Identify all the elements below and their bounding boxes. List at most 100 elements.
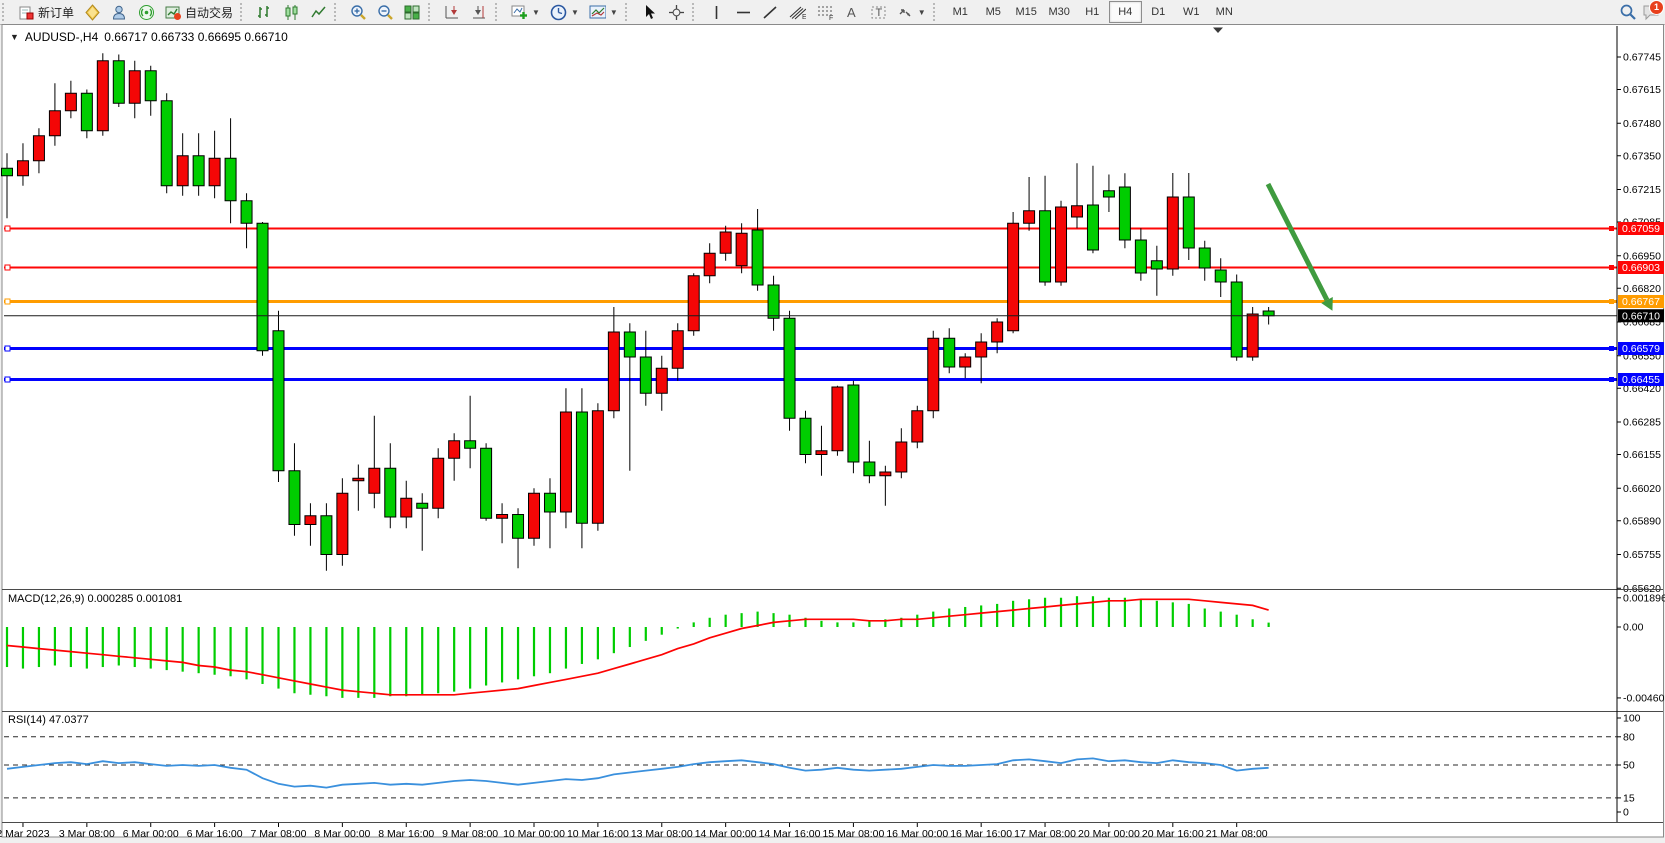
- candle-body: [353, 478, 364, 481]
- accounts-button[interactable]: [106, 0, 133, 24]
- date-tick-label: 14 Mar 00:00: [695, 828, 757, 840]
- ohlc-bars-icon: [256, 4, 273, 21]
- price-line-label: 0.66579: [1622, 343, 1660, 355]
- chart-header: ▼ AUDUSD-,H4 0.66717 0.66733 0.66695 0.6…: [10, 30, 288, 44]
- candle-body: [864, 462, 875, 476]
- horizontal-line-tool-button[interactable]: [730, 0, 757, 24]
- macd-indicator-label: MACD(12,26,9) 0.000285 0.001081: [8, 593, 182, 605]
- cursor-tool-button[interactable]: [636, 0, 663, 24]
- candle-body: [912, 411, 923, 442]
- line-chart-mode-button[interactable]: [305, 0, 332, 24]
- date-tick-label: 2 Mar 2023: [0, 828, 50, 840]
- vertical-line-tool-button[interactable]: [703, 0, 730, 24]
- candle-body: [672, 331, 683, 369]
- candle-body: [305, 516, 316, 525]
- rsi-axis-label: 15: [1623, 792, 1635, 804]
- new-chart-button[interactable]: ▼: [506, 0, 545, 24]
- date-tick-label: 3 Mar 08:00: [59, 828, 115, 840]
- text-label-tool-button[interactable]: T: [865, 0, 892, 24]
- trendline-tool-button[interactable]: [757, 0, 784, 24]
- candle-body: [513, 515, 524, 539]
- candle-body: [1263, 311, 1274, 316]
- text-icon: A: [843, 4, 860, 21]
- toolbar-grip[interactable]: [692, 3, 701, 21]
- search-icon[interactable]: [1619, 4, 1636, 21]
- candle-body: [385, 468, 396, 517]
- clock-icon: [550, 4, 567, 21]
- candle-body: [800, 418, 811, 454]
- candle-body: [928, 338, 939, 411]
- chart-shift-button[interactable]: [466, 0, 493, 24]
- candlestick-mode-button[interactable]: [278, 0, 305, 24]
- price-tick-label: 0.66820: [1623, 283, 1661, 295]
- collapse-triangle-icon[interactable]: ▼: [10, 32, 19, 42]
- timeframe-button-w1[interactable]: W1: [1175, 1, 1208, 23]
- arrows-tool-button[interactable]: ▼: [892, 0, 931, 24]
- dropdown-caret-icon: ▼: [918, 8, 926, 17]
- chart-canvas[interactable]: 0.677450.676150.674800.673500.672150.670…: [0, 24, 1665, 843]
- text-tool-button[interactable]: A: [838, 0, 865, 24]
- candle-body: [1247, 314, 1258, 357]
- price-tick-label: 0.67215: [1623, 184, 1661, 196]
- toolbar-grip[interactable]: [334, 3, 343, 21]
- signals-button[interactable]: [133, 0, 160, 24]
- timeframe-button-m1[interactable]: M1: [944, 1, 977, 23]
- candle-body: [544, 493, 555, 512]
- history-center-button[interactable]: [79, 0, 106, 24]
- line-chart-icon: [310, 4, 327, 21]
- macd-axis-label: 0.00: [1623, 622, 1644, 634]
- candle-body: [736, 233, 747, 266]
- auto-scroll-icon: [444, 4, 461, 21]
- zoom-in-icon: [350, 4, 367, 21]
- auto-scroll-button[interactable]: [439, 0, 466, 24]
- timeframe-button-m15[interactable]: M15: [1010, 1, 1043, 23]
- candle-body: [129, 71, 140, 104]
- candle-body: [816, 451, 827, 455]
- date-tick-label: 6 Mar 00:00: [123, 828, 179, 840]
- template-icon: [589, 4, 606, 21]
- price-tick-label: 0.66155: [1623, 449, 1661, 461]
- auto-trading-button[interactable]: 自动交易: [160, 0, 238, 24]
- timeframe-button-d1[interactable]: D1: [1142, 1, 1175, 23]
- candle-body: [1135, 240, 1146, 273]
- toolbar-grip[interactable]: [2, 3, 11, 21]
- arrow-objects-icon: [897, 4, 914, 21]
- timeframe-button-h1[interactable]: H1: [1076, 1, 1109, 23]
- toolbar-grip[interactable]: [240, 3, 249, 21]
- line-anchor-marker: [5, 226, 10, 231]
- timeframe-button-h4[interactable]: H4: [1109, 1, 1142, 23]
- timeframe-button-mn[interactable]: MN: [1208, 1, 1241, 23]
- svg-text:A: A: [847, 5, 856, 20]
- candle-body: [209, 158, 220, 186]
- channel-tool-button[interactable]: E: [784, 0, 811, 24]
- candle-body: [1199, 248, 1210, 268]
- notifications-button[interactable]: 1: [1642, 4, 1659, 21]
- period-menu-button[interactable]: ▼: [545, 0, 584, 24]
- timeframe-button-m5[interactable]: M5: [977, 1, 1010, 23]
- diamond-icon: [84, 4, 101, 21]
- tile-windows-button[interactable]: [399, 0, 426, 24]
- main-toolbar: 新订单 自动交易 ▼ ▼ ▼: [0, 0, 1665, 25]
- dropdown-caret-icon: ▼: [610, 8, 618, 17]
- new-order-button[interactable]: 新订单: [13, 0, 79, 24]
- crosshair-tool-button[interactable]: [663, 0, 690, 24]
- candlestick-icon: [283, 4, 300, 21]
- template-menu-button[interactable]: ▼: [584, 0, 623, 24]
- fibonacci-tool-button[interactable]: F: [811, 0, 838, 24]
- price-tick-label: 0.66285: [1623, 417, 1661, 429]
- toolbar-grip[interactable]: [625, 3, 634, 21]
- vertical-line-icon: [708, 4, 725, 21]
- candle-body: [624, 332, 635, 357]
- toolbar-grip[interactable]: [495, 3, 504, 21]
- zoom-in-button[interactable]: [345, 0, 372, 24]
- toolbar-grip[interactable]: [428, 3, 437, 21]
- toolbar-grip[interactable]: [933, 3, 942, 21]
- price-line-label: 0.67059: [1622, 223, 1660, 235]
- bar-chart-mode-button[interactable]: [251, 0, 278, 24]
- timeframe-button-m30[interactable]: M30: [1043, 1, 1076, 23]
- zoom-out-button[interactable]: [372, 0, 399, 24]
- price-tick-label: 0.67350: [1623, 150, 1661, 162]
- rsi-axis-label: 0: [1623, 807, 1629, 819]
- candle-body: [1071, 206, 1082, 217]
- candle-body: [640, 357, 651, 393]
